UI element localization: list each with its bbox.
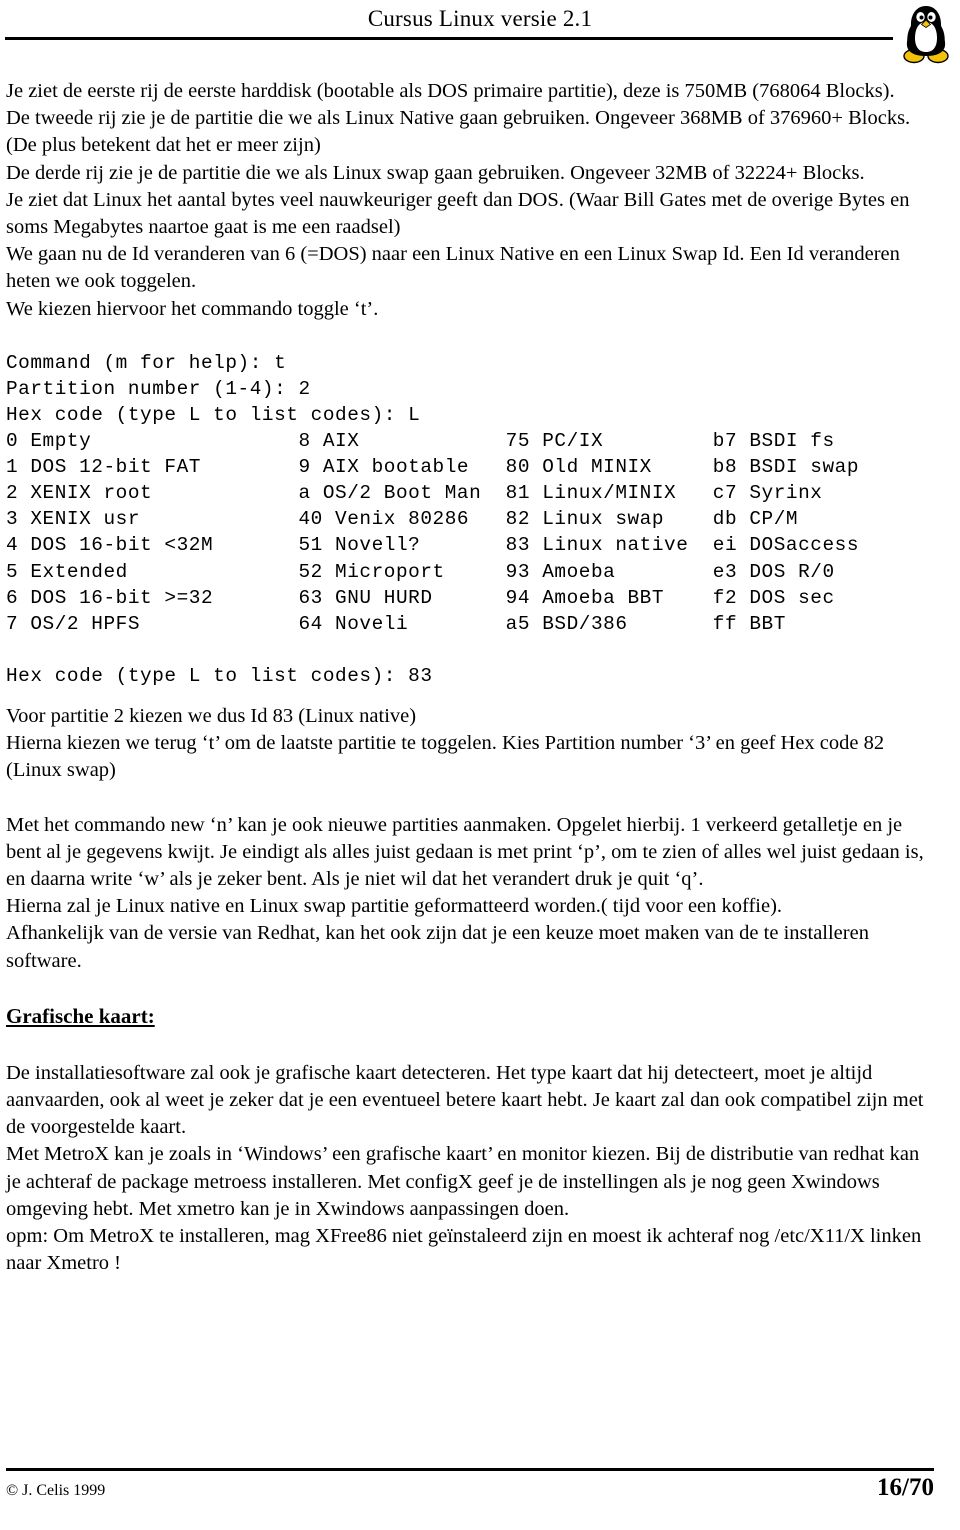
paragraph-3: De derde rij zie je de partitie die we a…	[6, 161, 865, 184]
paragraph-5: We gaan nu de Id veranderen van 6 (=DOS)…	[6, 243, 900, 293]
page-header: Cursus Linux versie 2.1	[0, 0, 960, 64]
page-footer: © J. Celis 1999 16/70	[0, 1468, 960, 1530]
paragraph-2: De tweede rij zie je de partitie die we …	[6, 107, 911, 157]
partition-type-table: 0 Empty 8 AIX 75 PC/IX b7 BSDI fs 1 DOS …	[6, 430, 860, 635]
terminal-line-hexcode: Hex code (type L to list codes): L	[6, 404, 421, 427]
paragraph-12: De installatiesoftware zal ook je grafis…	[6, 1061, 924, 1139]
paragraph-9: Met het commando new ‘n’ kan je ook nieu…	[6, 813, 924, 891]
fdisk-terminal-output: Command (m for help): t Partition number…	[6, 350, 936, 689]
document-body: Je ziet de eerste rij de eerste harddisk…	[6, 78, 936, 1278]
paragraph-10: Hierna zal je Linux native en Linux swap…	[6, 895, 783, 918]
paragraph-1: Je ziet de eerste rij de eerste harddisk…	[6, 80, 895, 102]
page-number: 16/70	[877, 1474, 934, 1501]
copyright-notice: © J. Celis 1999	[6, 1482, 106, 1499]
footer-divider	[6, 1468, 934, 1471]
paragraph-8: Hierna kiezen we terug ‘t’ om de laatste…	[6, 732, 885, 782]
tux-penguin-icon	[898, 2, 954, 64]
paragraph-11: Afhankelijk van de versie van Redhat, ka…	[6, 922, 869, 972]
header-divider	[5, 37, 893, 40]
paragraph-7: Voor partitie 2 kiezen we dus Id 83 (Lin…	[6, 705, 417, 728]
section-heading-grafische-kaart: Grafische kaart:	[6, 1003, 155, 1028]
terminal-line-hexcode-answer: Hex code (type L to list codes): 83	[6, 664, 433, 687]
terminal-line-command: Command (m for help): t	[6, 351, 287, 374]
paragraph-4: Je ziet dat Linux het aantal bytes veel …	[6, 188, 910, 239]
document-title: Cursus Linux versie 2.1	[367, 6, 593, 31]
paragraph-13: Met MetroX kan je zoals in ‘Windows’ een…	[6, 1143, 920, 1220]
section-heading-wrap: Grafische kaart:	[6, 1002, 936, 1033]
paragraph-14: opm: Om MetroX te installeren, mag XFree…	[6, 1225, 922, 1275]
paragraph-6: We kiezen hiervoor het commando toggle ‘…	[6, 297, 379, 320]
terminal-line-partition: Partition number (1-4): 2	[6, 377, 311, 400]
